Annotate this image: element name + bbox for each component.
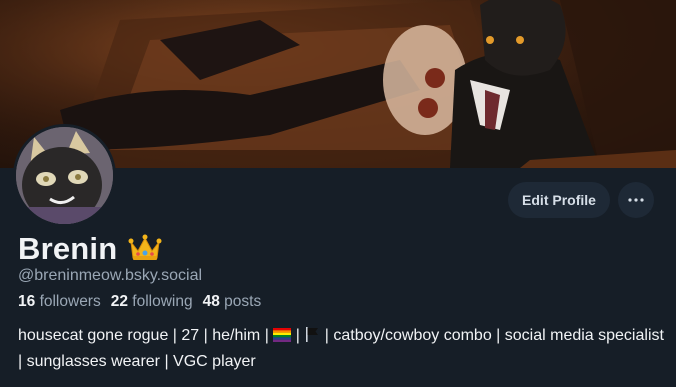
posts-stat: 48 posts bbox=[203, 293, 262, 311]
posts-label: posts bbox=[224, 293, 262, 310]
followers-label: followers bbox=[39, 293, 101, 310]
display-name: Brenin bbox=[18, 230, 118, 266]
black-flag-icon bbox=[304, 326, 320, 350]
crown-icon bbox=[128, 234, 162, 267]
following-stat[interactable]: 22 following bbox=[111, 293, 193, 311]
bio-text-1: housecat gone rogue | 27 | he/him | bbox=[18, 327, 274, 344]
profile-bio: housecat gone rogue | 27 | he/him | | | … bbox=[18, 324, 668, 374]
followers-stat[interactable]: 16 followers bbox=[18, 293, 101, 311]
rainbow-flag-icon bbox=[273, 326, 292, 350]
profile-stats: 16 followers 22 following 48 posts bbox=[18, 293, 271, 311]
name-row: Brenin bbox=[18, 230, 162, 267]
following-label: following bbox=[132, 293, 193, 310]
handle: @breninmeow.bsky.social bbox=[18, 267, 203, 284]
avatar[interactable] bbox=[13, 124, 116, 227]
more-options-button[interactable] bbox=[618, 182, 654, 218]
followers-count: 16 bbox=[18, 293, 36, 310]
posts-count: 48 bbox=[202, 293, 220, 310]
edit-profile-button[interactable]: Edit Profile bbox=[508, 182, 610, 218]
avatar-image bbox=[16, 127, 113, 224]
bio-text-2: | bbox=[291, 327, 305, 344]
following-count: 22 bbox=[110, 293, 128, 310]
ellipsis-icon bbox=[628, 198, 644, 202]
